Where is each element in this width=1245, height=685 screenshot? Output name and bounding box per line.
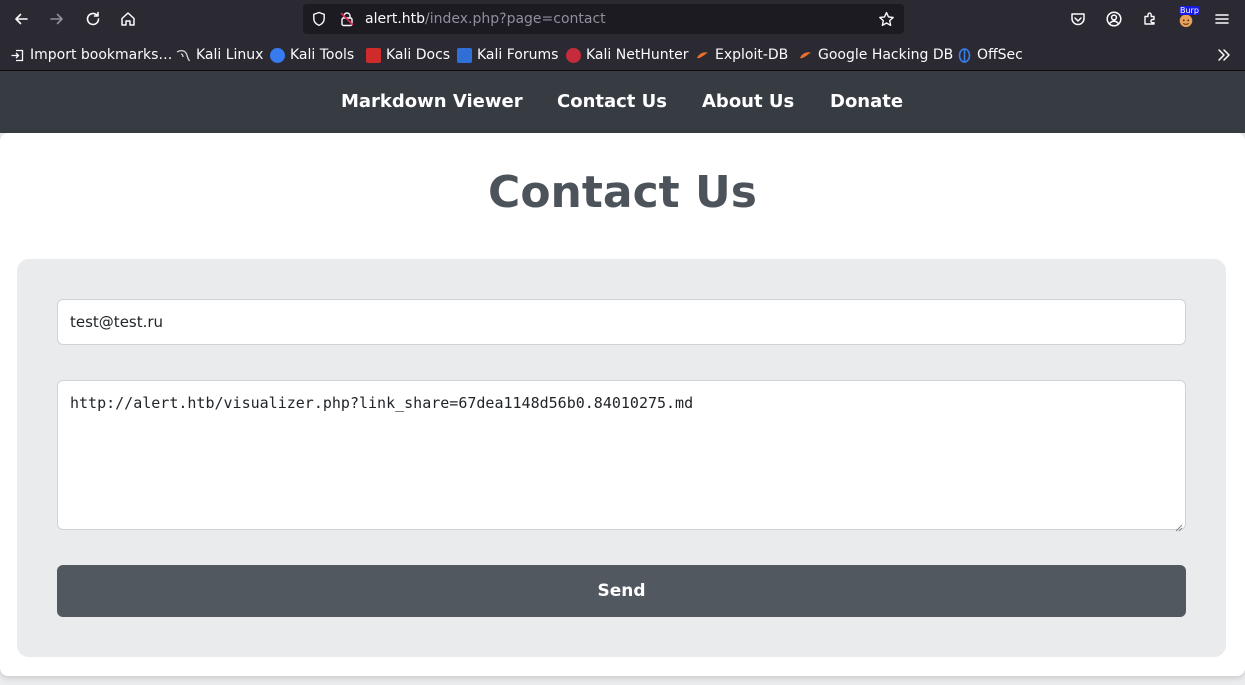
bookmark-import[interactable]: Import bookmarks… (10, 45, 172, 65)
browser-toolbar: alert.htb/index.php?page=contact Burp (0, 0, 1245, 38)
chevron-right-double-icon[interactable] (1216, 45, 1232, 65)
kali-linux-icon (176, 48, 191, 63)
back-icon[interactable] (6, 4, 36, 34)
bookmark-kali-tools[interactable]: Kali Tools (270, 45, 354, 65)
bookmark-label: Kali Tools (290, 47, 355, 63)
kali-docs-icon (366, 47, 381, 63)
menu-icon[interactable] (1207, 4, 1237, 34)
bookmark-kali-linux[interactable]: Kali Linux (176, 45, 263, 65)
bookmark-kali-forums[interactable]: Kali Forums (457, 45, 558, 65)
home-icon[interactable] (113, 4, 143, 34)
message-textarea[interactable]: http://alert.htb/visualizer.php?link_sha… (57, 380, 1186, 532)
message-text: http://alert.htb/visualizer.php?link_sha… (70, 394, 694, 412)
import-icon (10, 48, 25, 63)
page-title: Contact Us (488, 167, 757, 218)
bookmarks-bar: Import bookmarks… Kali Linux Kali Tools … (0, 38, 1245, 71)
bookmark-ghdb[interactable]: Google Hacking DB (798, 45, 953, 65)
forward-icon[interactable] (42, 4, 72, 34)
nav-markdown-viewer[interactable]: Markdown Viewer (341, 91, 523, 113)
nav-donate[interactable]: Donate (830, 91, 903, 113)
bookmark-kali-docs[interactable]: Kali Docs (366, 45, 450, 65)
pocket-icon[interactable] (1063, 4, 1093, 34)
bookmark-exploit-db[interactable]: Exploit-DB (695, 45, 788, 65)
account-icon[interactable] (1099, 4, 1129, 34)
nav-about-us[interactable]: About Us (702, 91, 794, 113)
send-button[interactable]: Send (57, 565, 1186, 617)
reload-icon[interactable] (78, 4, 108, 34)
shield-icon[interactable] (311, 11, 327, 27)
bookmark-kali-nethunter[interactable]: Kali NetHunter (566, 45, 688, 65)
bookmark-label: Kali Linux (196, 47, 264, 63)
lock-icon[interactable] (339, 11, 355, 27)
star-icon[interactable] (878, 11, 894, 27)
burp-badge: Burp (1179, 6, 1199, 15)
kali-nethunter-icon (566, 47, 581, 63)
bookmark-label: Kali NetHunter (586, 47, 689, 63)
bookmark-label: Google Hacking DB (818, 47, 954, 63)
bookmark-label: Kali Forums (477, 47, 559, 63)
resize-grip-icon[interactable] (1173, 517, 1183, 532)
exploit-db-icon (695, 48, 710, 63)
content-card: Contact Us test@test.ru http://alert.htb… (0, 133, 1245, 676)
burp-extension-icon[interactable]: Burp (1171, 4, 1201, 34)
site-nav: Markdown Viewer Contact Us About Us Dona… (0, 71, 1245, 133)
offsec-icon (957, 47, 972, 63)
url-host: alert.htb (365, 11, 426, 27)
bookmark-label: Import bookmarks… (30, 47, 173, 63)
bookmark-label: Exploit-DB (715, 47, 789, 63)
contact-form: test@test.ru http://alert.htb/visualizer… (17, 259, 1226, 657)
email-field[interactable]: test@test.ru (57, 299, 1186, 345)
page-viewport: Markdown Viewer Contact Us About Us Dona… (0, 71, 1245, 685)
bookmark-label: OffSec (977, 47, 1023, 63)
url-bar[interactable]: alert.htb/index.php?page=contact (303, 4, 904, 34)
bookmark-label: Kali Docs (386, 47, 451, 63)
url-path: /index.php?page=contact (425, 11, 606, 27)
kali-forums-icon (457, 47, 472, 63)
kali-tools-icon (270, 47, 285, 63)
nav-contact-us[interactable]: Contact Us (557, 91, 667, 113)
bookmark-offsec[interactable]: OffSec (957, 45, 1023, 65)
ghdb-icon (798, 48, 813, 63)
extensions-icon[interactable] (1135, 4, 1165, 34)
url-text[interactable]: alert.htb/index.php?page=contact (365, 11, 606, 27)
